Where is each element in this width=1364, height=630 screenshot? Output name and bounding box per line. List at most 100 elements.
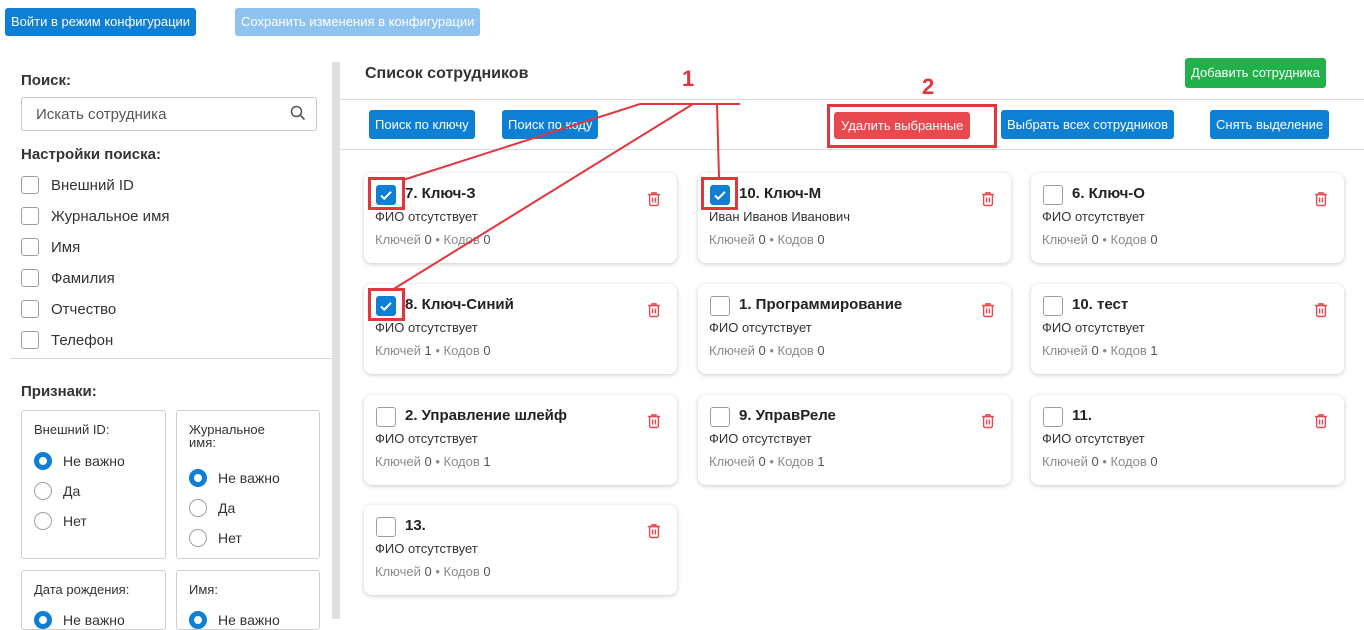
keys-count: 0 [1091,343,1099,358]
keys-count: 0 [424,232,432,247]
keys-count: 0 [758,454,766,469]
employee-card[interactable]: 8. Ключ-Синий ФИО отсутствует Ключей 1 • К… [364,284,677,374]
radio-no[interactable]: Нет [189,529,242,547]
trash-icon[interactable] [981,191,995,212]
radio-label: Не важно [218,612,280,628]
trash-icon[interactable] [981,413,995,434]
sidebar-divider [10,358,332,359]
filter-external-id: Внешний ID: Не важно Да Нет [21,410,166,559]
trash-icon[interactable] [647,302,661,323]
codes-count: 0 [1150,232,1158,247]
card-checkbox[interactable] [376,407,396,427]
employee-card[interactable]: 7. Ключ-З ФИО отсутствует Ключей 0 • Кодов… [364,173,677,263]
radio-circle[interactable] [189,529,207,547]
codes-label: Кодов [777,454,814,469]
option-label: Фамилия [51,269,115,287]
option-external-id[interactable]: Внешний ID [21,174,134,196]
trash-icon[interactable] [981,302,995,323]
codes-count: 0 [483,343,491,358]
card-full-name: ФИО отсутствует [375,431,478,446]
search-by-code-button[interactable]: Поиск по коду [502,110,599,139]
card-title: 11. [1072,407,1093,424]
radio-circle[interactable] [34,512,52,530]
radio-circle[interactable] [189,499,207,517]
enter-config-button[interactable]: Войти в режим конфигурации [5,8,197,36]
annotation-box [368,288,405,321]
card-stats: Ключей 0 • Кодов 0 [1042,232,1158,247]
annotation-label: 1 [682,66,695,91]
card-checkbox[interactable] [710,296,730,316]
keys-count: 0 [424,454,432,469]
trash-icon[interactable] [1314,191,1328,212]
checkbox[interactable] [21,331,39,349]
employee-card[interactable]: 10. тест ФИО отсутствует Ключей 0 • Кодов … [1031,284,1344,374]
card-checkbox[interactable] [710,407,730,427]
radio-not-important[interactable]: Не важно [189,469,280,487]
employee-card[interactable]: 10. Ключ-М Иван Иванов Иванович Ключей 0 •… [698,173,1011,263]
search-icon[interactable] [290,105,306,126]
codes-label: Кодов [443,232,480,247]
checkbox[interactable] [21,300,39,318]
card-title: 7. Ключ-З [405,185,476,202]
card-checkbox[interactable] [376,517,396,537]
keys-label: Ключей [375,232,421,247]
keys-label: Ключей [709,343,755,358]
trash-icon[interactable] [647,413,661,434]
card-title: 8. Ключ-Синий [405,296,514,313]
card-stats: Ключей 0 • Кодов 1 [1042,343,1158,358]
card-checkbox[interactable] [1043,407,1063,427]
radio-not-important[interactable]: Не важно [189,611,280,629]
panel-splitter[interactable] [332,62,340,619]
option-first-name[interactable]: Имя [21,236,80,258]
radio-no[interactable]: Нет [34,512,87,530]
save-config-button[interactable]: Сохранить изменения в конфигурации [235,8,481,36]
option-patronymic[interactable]: Отчество [21,298,116,320]
annotation-box [701,177,738,210]
radio-circle[interactable] [189,611,207,629]
option-phone[interactable]: Телефон [21,329,113,351]
radio-not-important[interactable]: Не важно [34,611,125,629]
card-full-name: ФИО отсутствует [375,320,478,335]
trash-icon[interactable] [1314,413,1328,434]
checkbox[interactable] [21,269,39,287]
keys-count: 0 [1091,454,1099,469]
checkbox[interactable] [21,176,39,194]
employee-card[interactable]: 11. ФИО отсутствует Ключей 0 • Кодов 0 [1031,395,1344,485]
radio-circle[interactable] [34,452,52,470]
select-all-button[interactable]: Выбрать всех сотрудников [1001,110,1174,139]
trash-icon[interactable] [1314,302,1328,323]
employee-card[interactable]: 13. ФИО отсутствует Ключей 0 • Кодов 0 [364,505,677,595]
codes-count: 0 [483,232,491,247]
employee-card[interactable]: 1. Программирование ФИО отсутствует Ключей… [698,284,1011,374]
radio-not-important[interactable]: Не важно [34,452,125,470]
radio-circle[interactable] [189,469,207,487]
checkbox[interactable] [21,207,39,225]
search-by-key-button[interactable]: Поиск по ключу [369,110,475,139]
radio-circle[interactable] [34,482,52,500]
search-input[interactable] [34,98,288,130]
codes-count: 1 [483,454,491,469]
keys-label: Ключей [375,454,421,469]
card-checkbox[interactable] [1043,185,1063,205]
radio-yes[interactable]: Да [189,499,235,517]
codes-count: 0 [817,343,825,358]
card-checkbox[interactable] [1043,296,1063,316]
card-title: 1. Программирование [739,296,903,313]
employee-card[interactable]: 2. Управление шлейф ФИО отсутствует Ключей… [364,395,677,485]
deselect-button[interactable]: Снять выделение [1210,110,1330,139]
card-title: 6. Ключ-О [1072,185,1145,202]
trash-icon[interactable] [647,191,661,212]
checkbox[interactable] [21,238,39,256]
employee-card[interactable]: 6. Ключ-О ФИО отсутствует Ключей 0 • Кодов… [1031,173,1344,263]
card-stats: Ключей 0 • Кодов 1 [709,454,825,469]
codes-label: Кодов [443,454,480,469]
employee-card[interactable]: 9. УправРеле ФИО отсутствует Ключей 0 • Ко… [698,395,1011,485]
card-full-name: ФИО отсутствует [709,320,812,335]
radio-circle[interactable] [34,611,52,629]
radio-yes[interactable]: Да [34,482,80,500]
option-last-name[interactable]: Фамилия [21,267,115,289]
add-employee-button[interactable]: Добавить сотрудника [1185,58,1326,88]
option-journal-name[interactable]: Журнальное имя [21,205,170,227]
trash-icon[interactable] [647,523,661,544]
card-stats: Ключей 0 • Кодов 1 [375,454,491,469]
